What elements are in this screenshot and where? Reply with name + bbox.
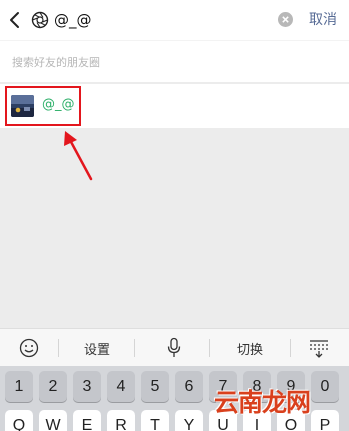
toolbar-divider xyxy=(58,339,59,357)
key-w[interactable]: W xyxy=(39,410,67,431)
watermark: 云南龙网 xyxy=(214,388,311,417)
key-y[interactable]: Y xyxy=(175,410,203,431)
settings-button[interactable]: 设置 xyxy=(70,329,124,367)
toolbar-divider xyxy=(209,339,210,357)
cancel-button[interactable]: 取消 xyxy=(309,9,337,31)
toolbar-divider xyxy=(134,339,135,357)
key-2[interactable]: 2 xyxy=(39,371,67,402)
voice-input-button[interactable] xyxy=(158,329,190,367)
key-t[interactable]: T xyxy=(141,410,169,431)
key-4[interactable]: 4 xyxy=(107,371,135,402)
search-moments-screen: @_@ 取消 搜索好友的朋友圈 @_@ 设置 切换 1 2 3 4 5 6 7 … xyxy=(0,0,349,431)
search-bar: @_@ 取消 xyxy=(0,0,349,40)
key-5[interactable]: 5 xyxy=(141,371,169,402)
smiley-icon xyxy=(19,338,39,358)
highlight-box xyxy=(5,86,81,126)
key-3[interactable]: 3 xyxy=(73,371,101,402)
microphone-icon xyxy=(167,337,181,357)
toolbar-divider xyxy=(290,339,291,357)
clear-search-icon[interactable] xyxy=(278,12,293,27)
moments-aperture-icon xyxy=(31,11,49,29)
key-p[interactable]: P xyxy=(311,410,339,431)
key-6[interactable]: 6 xyxy=(175,371,203,402)
switch-button[interactable]: 切换 xyxy=(222,329,278,367)
key-e[interactable]: E xyxy=(73,410,101,431)
back-chevron-icon[interactable] xyxy=(8,10,22,30)
key-q[interactable]: Q xyxy=(5,410,33,431)
keyboard-toolbar: 设置 切换 xyxy=(0,328,349,366)
keyboard-collapse-icon xyxy=(310,340,328,358)
search-hint-text: 搜索好友的朋友圈 xyxy=(12,56,100,69)
red-arrow-icon xyxy=(64,131,93,181)
search-hint-row[interactable]: 搜索好友的朋友圈 xyxy=(0,40,349,82)
key-1[interactable]: 1 xyxy=(5,371,33,402)
emoji-button[interactable] xyxy=(10,329,48,367)
key-0[interactable]: 0 xyxy=(311,371,339,402)
keyboard-collapse-button[interactable] xyxy=(304,329,334,367)
key-r[interactable]: R xyxy=(107,410,135,431)
search-input[interactable]: @_@ xyxy=(54,9,92,31)
empty-results-area xyxy=(0,128,349,328)
